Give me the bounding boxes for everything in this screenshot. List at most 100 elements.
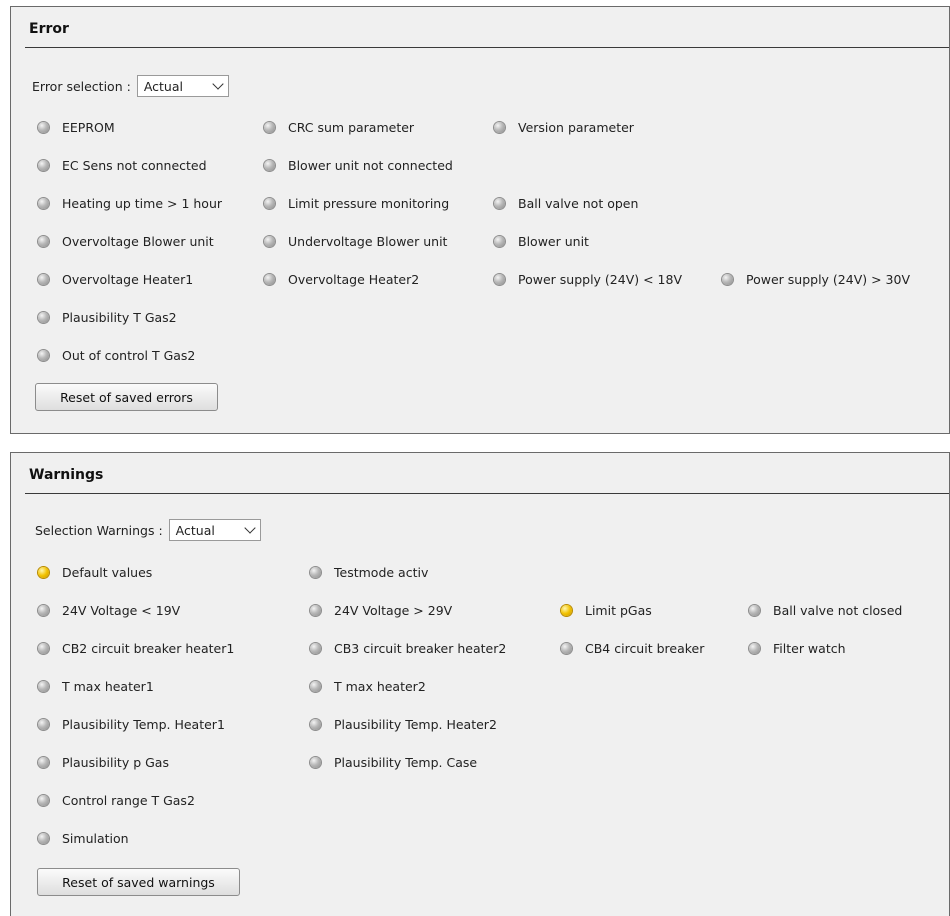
error-selection-label: Error selection : (32, 78, 131, 94)
status-led-icon (264, 235, 275, 247)
error-indicator-eeprom: EEPROM (38, 117, 115, 137)
status-led-icon (38, 349, 49, 361)
error-indicator-label: EC Sens not connected (62, 157, 207, 173)
status-led-icon (310, 680, 321, 692)
warning-indicator-label: Simulation (62, 830, 129, 846)
warnings-selection-row: Selection Warnings : Actual (35, 518, 261, 542)
error-indicator-label: Power supply (24V) > 30V (746, 271, 911, 287)
status-led-icon (38, 566, 49, 578)
status-led-icon (38, 159, 49, 171)
error-indicator-label: Ball valve not open (518, 195, 639, 211)
status-led-icon (561, 604, 572, 616)
warning-indicator-label: T max heater1 (62, 678, 154, 694)
error-indicator-limit-pressure-monitoring: Limit pressure monitoring (264, 193, 449, 213)
status-led-icon (38, 311, 49, 323)
warning-indicator-label: Testmode activ (334, 564, 429, 580)
error-indicator-overvoltage-blower-unit: Overvoltage Blower unit (38, 231, 214, 251)
chevron-down-icon (244, 522, 256, 534)
error-indicator-label: EEPROM (62, 119, 115, 135)
status-led-icon (494, 273, 505, 285)
error-panel-header: Error (25, 7, 949, 48)
warning-indicator-cb3: CB3 circuit breaker heater2 (310, 638, 506, 658)
error-indicator-label: Heating up time > 1 hour (62, 195, 223, 211)
warnings-selection-label: Selection Warnings : (35, 522, 163, 538)
warning-indicator-label: T max heater2 (334, 678, 426, 694)
warning-indicator-ball-valve-not-closed: Ball valve not closed (749, 600, 902, 620)
error-indicator-label: Version parameter (518, 119, 634, 135)
error-selection-row: Error selection : Actual (32, 74, 229, 98)
chevron-down-icon (212, 78, 224, 90)
warning-indicator-24v-high: 24V Voltage > 29V (310, 600, 452, 620)
status-led-icon (561, 642, 572, 654)
status-led-icon (310, 566, 321, 578)
error-panel-title: Error (29, 21, 69, 37)
warning-indicator-label: 24V Voltage < 19V (62, 602, 181, 618)
warnings-panel-header: Warnings (25, 453, 949, 494)
error-indicator-label: Overvoltage Heater1 (62, 271, 194, 287)
error-indicator-heating-up-time: Heating up time > 1 hour (38, 193, 222, 213)
error-indicator-out-of-control-t-gas2: Out of control T Gas2 (38, 345, 195, 365)
error-indicator-ball-valve-not-open: Ball valve not open (494, 193, 638, 213)
warnings-selection-value: Actual (175, 522, 215, 538)
status-led-icon (494, 197, 505, 209)
error-indicator-blower-unit-not-connected: Blower unit not connected (264, 155, 453, 175)
warning-indicator-label: Plausibility Temp. Case (334, 754, 478, 770)
status-led-icon (38, 235, 49, 247)
warning-indicator-label: CB3 circuit breaker heater2 (334, 640, 507, 656)
error-indicator-label: Overvoltage Heater2 (288, 271, 420, 287)
warnings-selection-dropdown[interactable]: Actual (168, 519, 261, 541)
warning-indicator-limit-pgas: Limit pGas (561, 600, 652, 620)
error-indicator-overvoltage-heater2: Overvoltage Heater2 (264, 269, 419, 289)
warning-indicator-filter-watch: Filter watch (749, 638, 846, 658)
status-led-icon (494, 121, 505, 133)
warning-indicator-label: 24V Voltage > 29V (334, 602, 453, 618)
error-selection-value: Actual (143, 78, 183, 94)
error-indicator-crc-sum-parameter: CRC sum parameter (264, 117, 414, 137)
warning-indicator-default-values: Default values (38, 562, 152, 582)
reset-saved-warnings-button[interactable]: Reset of saved warnings (37, 868, 240, 896)
warning-indicator-plausibility-p-gas: Plausibility p Gas (38, 752, 169, 772)
status-led-icon (264, 197, 275, 209)
warnings-panel: Warnings Selection Warnings : Actual Def… (10, 452, 950, 916)
warning-indicator-label: Plausibility Temp. Heater2 (334, 716, 497, 732)
status-led-icon (38, 273, 49, 285)
warning-indicator-cb4: CB4 circuit breaker (561, 638, 704, 658)
warning-indicator-plausibility-temp-heater1: Plausibility Temp. Heater1 (38, 714, 225, 734)
status-led-icon (310, 718, 321, 730)
reset-saved-errors-button[interactable]: Reset of saved errors (35, 383, 218, 411)
error-indicator-label: Out of control T Gas2 (62, 347, 196, 363)
error-indicator-label: Blower unit (518, 233, 589, 249)
warning-indicator-t-max-heater1: T max heater1 (38, 676, 154, 696)
status-led-icon (722, 273, 733, 285)
status-led-icon (264, 273, 275, 285)
status-led-icon (38, 680, 49, 692)
error-indicator-plausibility-t-gas2: Plausibility T Gas2 (38, 307, 177, 327)
status-led-icon (749, 604, 760, 616)
status-led-icon (749, 642, 760, 654)
status-led-icon (38, 604, 49, 616)
warning-indicator-label: Plausibility p Gas (62, 754, 169, 770)
warning-indicator-label: Default values (62, 564, 153, 580)
warning-indicator-plausibility-temp-case: Plausibility Temp. Case (310, 752, 477, 772)
error-indicator-power-supply-high: Power supply (24V) > 30V (722, 269, 910, 289)
warning-indicator-cb2: CB2 circuit breaker heater1 (38, 638, 234, 658)
status-led-icon (38, 832, 49, 844)
warning-indicator-24v-low: 24V Voltage < 19V (38, 600, 180, 620)
warning-indicator-label: CB2 circuit breaker heater1 (62, 640, 235, 656)
status-led-icon (310, 604, 321, 616)
error-indicator-label: Power supply (24V) < 18V (518, 271, 683, 287)
error-indicator-undervoltage-blower-unit: Undervoltage Blower unit (264, 231, 447, 251)
warning-indicator-t-max-heater2: T max heater2 (310, 676, 426, 696)
warning-indicator-label: Control range T Gas2 (62, 792, 195, 808)
status-led-icon (38, 642, 49, 654)
error-selection-dropdown[interactable]: Actual (136, 75, 229, 97)
error-indicator-ec-sens: EC Sens not connected (38, 155, 207, 175)
status-led-icon (310, 642, 321, 654)
error-indicator-label: Undervoltage Blower unit (288, 233, 448, 249)
status-led-icon (494, 235, 505, 247)
error-indicator-blower-unit: Blower unit (494, 231, 589, 251)
warnings-panel-title: Warnings (29, 467, 104, 483)
status-led-icon (38, 718, 49, 730)
status-led-icon (38, 197, 49, 209)
error-indicator-label: Blower unit not connected (288, 157, 453, 173)
